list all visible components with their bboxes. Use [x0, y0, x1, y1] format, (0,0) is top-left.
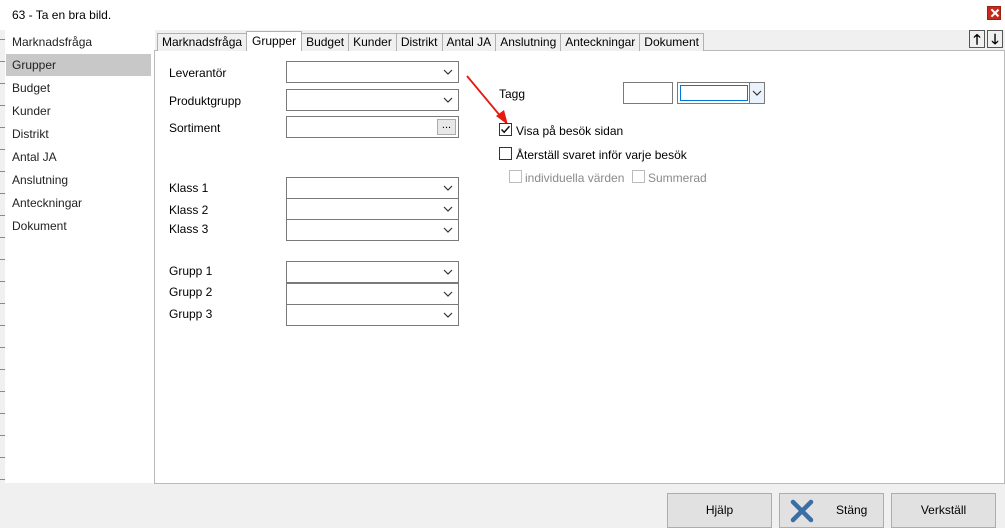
- tab-marknadsfraga[interactable]: Marknadsfråga: [157, 33, 248, 51]
- sidebar-item-label: Kunder: [12, 104, 51, 118]
- sidebar-item-label: Antal JA: [12, 150, 57, 164]
- window-title: 63 - Ta en bra bild.: [12, 8, 112, 22]
- produktgrupp-label: Produktgrupp: [169, 94, 242, 108]
- tagg-input[interactable]: [623, 82, 673, 104]
- tab-antal-ja[interactable]: Antal JA: [441, 33, 497, 51]
- chevron-down-icon: [442, 223, 454, 237]
- sidebar-item-label: Grupper: [12, 58, 57, 72]
- chevron-down-icon: [442, 287, 454, 301]
- klass2-label: Klass 2: [169, 203, 209, 217]
- sidebar-item-distrikt[interactable]: Distrikt: [6, 123, 151, 145]
- close-button-label: Stäng: [836, 503, 868, 517]
- sortiment-field[interactable]: ...: [286, 116, 459, 138]
- chevron-down-icon: [751, 86, 763, 103]
- tab-panel-grupper: [154, 50, 1005, 484]
- tagg-select-value: [680, 85, 748, 101]
- individuella-varden-checkbox[interactable]: [509, 170, 522, 183]
- chevron-down-icon: [442, 65, 454, 79]
- title-bar: 63 - Ta en bra bild.: [0, 0, 1005, 30]
- grupp1-combobox[interactable]: [286, 261, 459, 283]
- window-close-button[interactable]: [987, 6, 1001, 20]
- arrow-up-icon: 🡑: [973, 31, 981, 47]
- close-button[interactable]: Stäng: [779, 493, 884, 528]
- sidebar-item-label: Marknadsfråga: [12, 35, 93, 49]
- tab-kunder[interactable]: Kunder: [348, 33, 397, 51]
- apply-button-label: Verkställ: [920, 503, 967, 517]
- chevron-down-icon: [442, 308, 454, 322]
- sidebar-item-budget[interactable]: Budget: [6, 77, 151, 99]
- klass3-label: Klass 3: [169, 222, 209, 236]
- tagg-dropdown-button[interactable]: [749, 83, 764, 103]
- move-down-button[interactable]: 🡓: [987, 30, 1003, 48]
- help-button[interactable]: Hjälp: [667, 493, 772, 528]
- produktgrupp-combobox[interactable]: [286, 89, 459, 111]
- sidebar-item-grupper[interactable]: Grupper: [6, 54, 151, 76]
- chevron-down-icon: [442, 181, 454, 195]
- sortiment-label: Sortiment: [169, 121, 221, 135]
- klass2-combobox[interactable]: [286, 198, 459, 220]
- summerad-checkbox[interactable]: [632, 170, 645, 183]
- aterstall-checkbox[interactable]: [499, 147, 512, 160]
- leverantor-label: Leverantör: [169, 66, 227, 80]
- sidebar-item-label: Budget: [12, 81, 51, 95]
- leverantor-combobox[interactable]: [286, 61, 459, 83]
- annotation-arrow-icon: [466, 75, 508, 125]
- tab-grupper[interactable]: Grupper: [246, 31, 303, 51]
- tagg-select[interactable]: [677, 82, 765, 104]
- grupp2-label: Grupp 2: [169, 285, 213, 299]
- close-icon: [790, 499, 814, 523]
- grupp1-label: Grupp 1: [169, 264, 213, 278]
- sidebar-item-marknadsfraga[interactable]: Marknadsfråga: [6, 31, 151, 53]
- tab-budget[interactable]: Budget: [301, 33, 350, 51]
- move-up-button[interactable]: 🡑: [969, 30, 985, 48]
- summerad-label: Summerad: [648, 171, 707, 185]
- visa-pa-besok-label: Visa på besök sidan: [516, 124, 624, 138]
- klass1-label: Klass 1: [169, 181, 209, 195]
- apply-button[interactable]: Verkställ: [891, 493, 996, 528]
- chevron-down-icon: [442, 202, 454, 216]
- sidebar-item-anteckningar[interactable]: Anteckningar: [6, 192, 151, 214]
- help-button-label: Hjälp: [705, 503, 734, 517]
- grupp3-label: Grupp 3: [169, 307, 213, 321]
- tab-dokument[interactable]: Dokument: [639, 33, 704, 51]
- sidebar-item-anslutning[interactable]: Anslutning: [6, 169, 151, 191]
- arrow-down-icon: 🡓: [991, 31, 999, 47]
- individuella-varden-label: individuella värden: [525, 171, 625, 185]
- tab-strip: Marknadsfråga Grupper Budget Kunder Dist…: [157, 31, 704, 51]
- klass1-combobox[interactable]: [286, 177, 459, 199]
- sortiment-browse-button[interactable]: ...: [437, 119, 456, 135]
- visa-pa-besok-checkbox[interactable]: [499, 123, 512, 136]
- sidebar-item-label: Anslutning: [12, 173, 69, 187]
- sidebar-item-kunder[interactable]: Kunder: [6, 100, 151, 122]
- sidebar-item-label: Distrikt: [12, 127, 49, 141]
- chevron-down-icon: [442, 265, 454, 279]
- tab-distrikt[interactable]: Distrikt: [395, 33, 443, 51]
- grupp2-combobox[interactable]: [286, 283, 459, 305]
- sidebar-item-label: Anteckningar: [12, 196, 83, 210]
- sidebar-item-antal-ja[interactable]: Antal JA: [6, 146, 151, 168]
- klass3-combobox[interactable]: [286, 219, 459, 241]
- grupp3-combobox[interactable]: [286, 304, 459, 326]
- aterstall-label: Återställ svaret inför varje besök: [516, 148, 687, 162]
- sidebar-item-label: Dokument: [12, 219, 67, 233]
- tab-anslutning[interactable]: Anslutning: [495, 33, 562, 51]
- chevron-down-icon: [442, 93, 454, 107]
- tab-anteckningar[interactable]: Anteckningar: [560, 33, 641, 51]
- checkmark-icon: [500, 125, 511, 134]
- sidebar: Marknadsfråga Grupper Budget Kunder Dist…: [5, 30, 155, 483]
- sidebar-item-dokument[interactable]: Dokument: [6, 215, 151, 237]
